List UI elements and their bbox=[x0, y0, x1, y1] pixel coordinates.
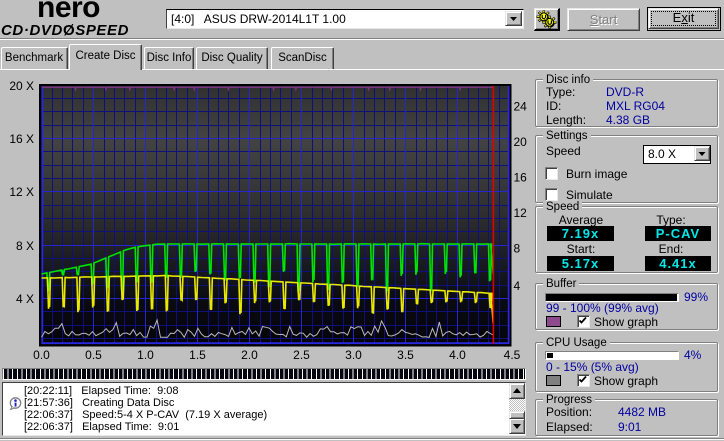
svg-text:24: 24 bbox=[514, 100, 528, 114]
svg-text:4.0: 4.0 bbox=[449, 348, 466, 362]
svg-text:16: 16 bbox=[514, 171, 528, 185]
svg-text:4.5: 4.5 bbox=[504, 348, 521, 362]
svg-text:0.0: 0.0 bbox=[33, 348, 50, 362]
svg-text:3.5: 3.5 bbox=[397, 348, 414, 362]
svg-text:12 X: 12 X bbox=[9, 185, 34, 199]
svg-text:16 X: 16 X bbox=[9, 132, 34, 146]
svg-text:1.0: 1.0 bbox=[137, 348, 154, 362]
svg-text:8: 8 bbox=[514, 242, 521, 256]
svg-text:3.0: 3.0 bbox=[345, 348, 362, 362]
svg-text:20: 20 bbox=[514, 135, 528, 149]
svg-text:2.5: 2.5 bbox=[293, 348, 310, 362]
svg-text:20 X: 20 X bbox=[9, 79, 34, 93]
svg-text:8 X: 8 X bbox=[16, 239, 34, 253]
svg-text:0.5: 0.5 bbox=[85, 348, 102, 362]
svg-text:4 X: 4 X bbox=[16, 292, 34, 306]
svg-text:2.0: 2.0 bbox=[241, 348, 258, 362]
svg-text:4: 4 bbox=[514, 279, 521, 293]
svg-text:12: 12 bbox=[514, 206, 528, 220]
svg-text:1.5: 1.5 bbox=[189, 348, 206, 362]
